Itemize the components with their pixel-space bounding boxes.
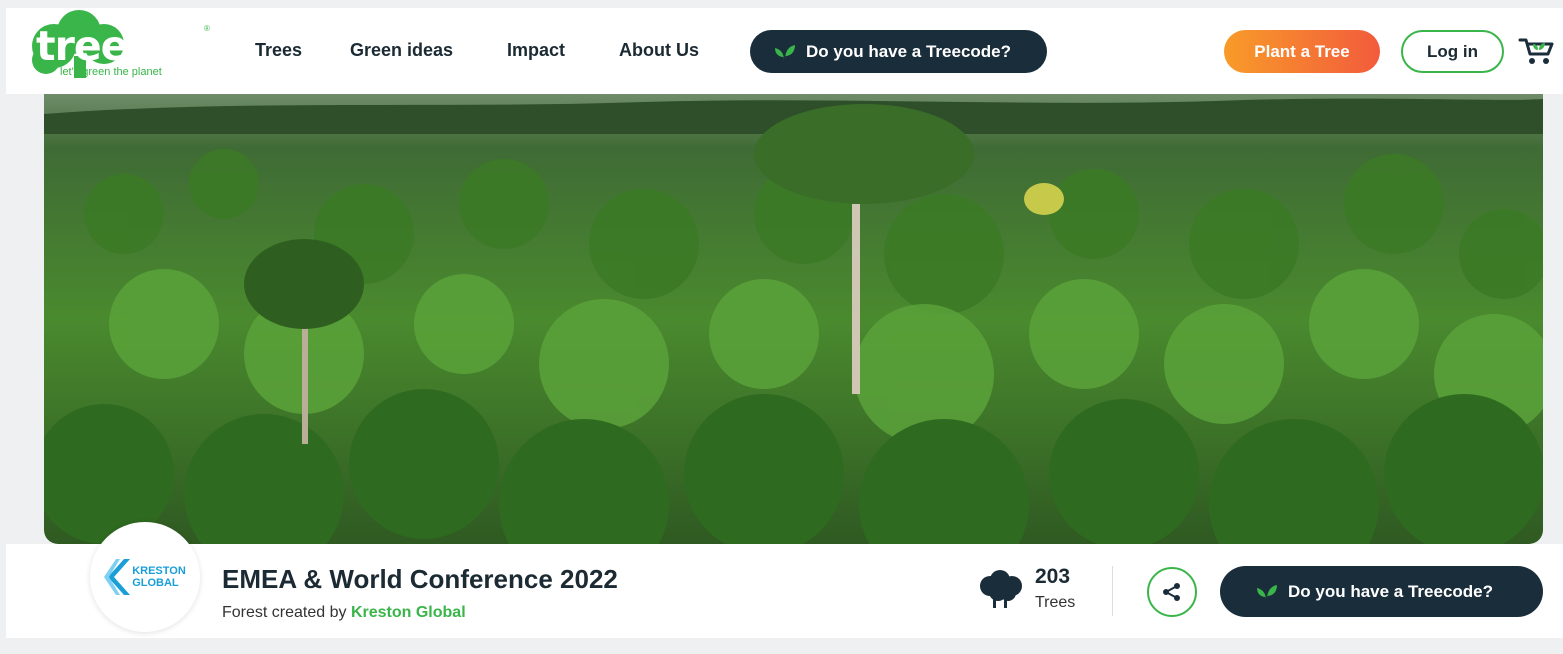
created-by-prefix: Forest created by (222, 604, 347, 621)
forest-treecode-button[interactable]: Do you have a Treecode? (1220, 566, 1543, 617)
tree-count-label: Trees (1035, 594, 1076, 611)
trees-icon (980, 570, 1022, 608)
kreston-k-icon (104, 559, 131, 595)
forest-info-bar: KRESTON GLOBAL EMEA & World Conference 2… (6, 522, 1563, 638)
site-header: treedom let's green the planet ® Trees G… (6, 8, 1563, 94)
treedom-logo[interactable]: treedom let's green the planet ® (24, 8, 226, 88)
share-button[interactable] (1147, 567, 1197, 617)
plant-a-tree-button[interactable]: Plant a Tree (1224, 30, 1380, 73)
kreston-global-avatar: KRESTON GLOBAL (90, 522, 200, 632)
brand-wordmark: treedom (36, 22, 226, 70)
kreston-global-logo: KRESTON GLOBAL (104, 557, 186, 597)
registered-mark: ® (204, 24, 210, 33)
treecode-button[interactable]: Do you have a Treecode? (750, 30, 1047, 73)
divider (1112, 566, 1113, 616)
leaf-icon (774, 43, 796, 61)
nav-green-ideas[interactable]: Green ideas (350, 40, 453, 61)
tree-count: 203 (1035, 565, 1071, 588)
forest-treecode-label: Do you have a Treecode? (1288, 581, 1494, 601)
nav-impact[interactable]: Impact (507, 40, 565, 61)
cart-icon[interactable] (1518, 36, 1556, 66)
login-button[interactable]: Log in (1401, 30, 1504, 73)
nav-trees[interactable]: Trees (255, 40, 302, 61)
forest-title: EMEA & World Conference 2022 (222, 564, 618, 594)
forest-hero-image (44, 94, 1543, 544)
forest-created-by: Forest created by Kreston Global (222, 604, 466, 622)
leaf-icon (1256, 583, 1278, 601)
top-strip (0, 0, 1563, 8)
treecode-label: Do you have a Treecode? (806, 41, 1012, 61)
kreston-line2: GLOBAL (132, 577, 179, 589)
forest-photo (44, 94, 1543, 544)
brand-tagline: let's green the planet (60, 66, 162, 78)
share-icon (1163, 583, 1180, 601)
creator-link[interactable]: Kreston Global (351, 604, 466, 621)
kreston-line1: KRESTON (132, 565, 186, 577)
nav-about-us[interactable]: About Us (619, 40, 699, 61)
